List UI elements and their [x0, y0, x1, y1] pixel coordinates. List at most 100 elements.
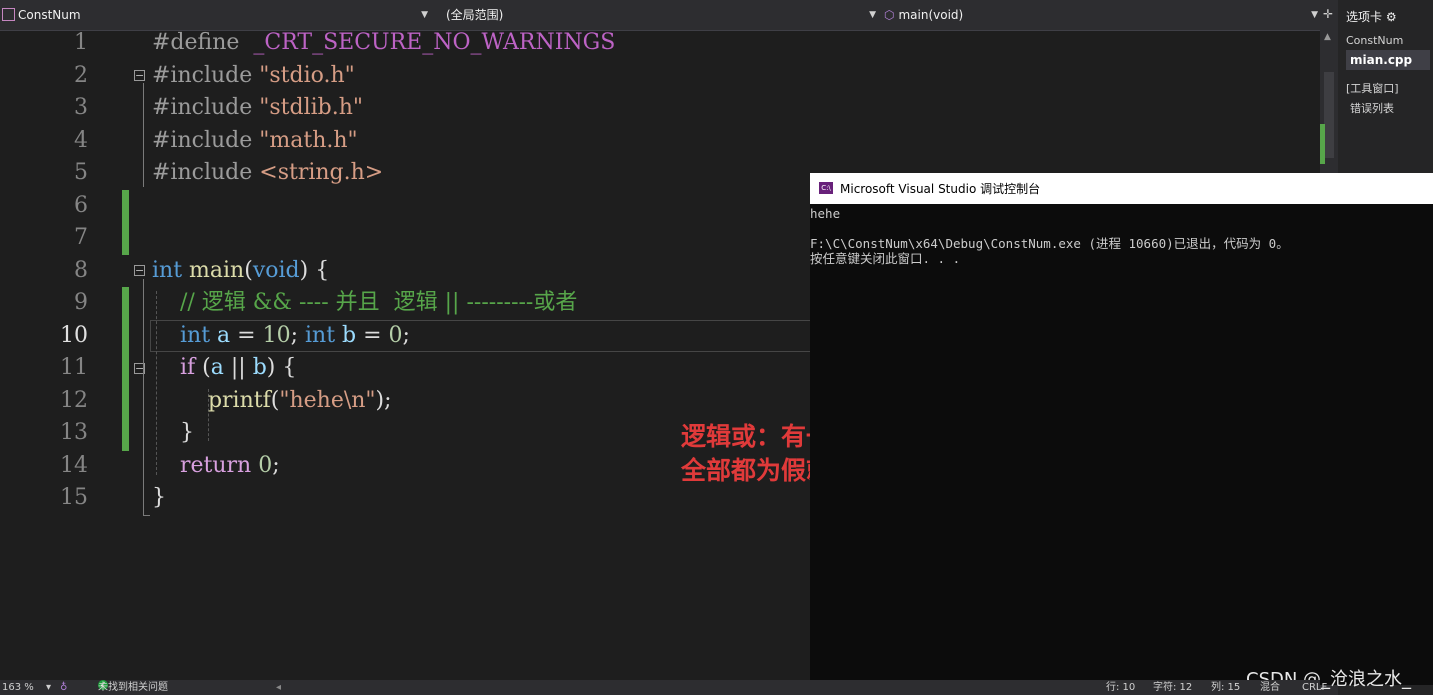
- line-number: 6: [74, 192, 88, 218]
- code-token: _CRT_SECURE_NO_WARNINGS: [253, 30, 616, 55]
- code-token: "stdio.h": [259, 62, 355, 88]
- code-token: #include: [152, 127, 260, 153]
- code-line[interactable]: 1 #define _CRT_SECURE_NO_WARNINGS: [0, 27, 1320, 60]
- project-dropdown[interactable]: ConstNum ▼: [0, 6, 428, 24]
- code-token: return: [179, 452, 252, 478]
- function-dropdown-label: main(void): [898, 8, 964, 22]
- tab-panel-label: 选项卡: [1346, 10, 1383, 24]
- code-token: "hehe\n": [279, 387, 376, 413]
- code-token: #include: [152, 160, 260, 185]
- code-token: "math.h": [259, 127, 358, 153]
- scope-dropdown-label: (全局范围): [446, 8, 504, 22]
- line-number: 12: [60, 387, 88, 413]
- code-text: #include <string.h>: [152, 157, 383, 189]
- code-text: printf("hehe\n");: [152, 385, 392, 417]
- function-dropdown[interactable]: ⬡ main(void) ▼: [884, 6, 1318, 24]
- code-text: return 0;: [152, 450, 280, 482]
- code-token: );: [375, 387, 392, 413]
- code-line[interactable]: 2 #include "stdio.h": [0, 60, 1320, 93]
- split-icon[interactable]: ✛: [1323, 7, 1333, 21]
- console-output: hehe F:\C\ConstNum\x64\Debug\ConstNum.ex…: [810, 206, 1289, 266]
- chevron-down-icon[interactable]: ▾: [46, 680, 51, 695]
- code-text: #include "stdio.h": [152, 60, 355, 92]
- scope-dropdown[interactable]: (全局范围) ▼: [446, 6, 876, 24]
- panel-project-name[interactable]: ConstNum: [1346, 34, 1403, 47]
- code-token: // 逻辑 && ---- 并且 逻辑 || ---------或者: [152, 290, 578, 315]
- code-token: ;: [272, 452, 280, 478]
- code-token: #define: [152, 30, 254, 55]
- cube-icon: ⬡: [884, 8, 895, 22]
- code-token: printf: [207, 387, 271, 413]
- zoom-level[interactable]: 163 %: [2, 680, 34, 695]
- line-number: 3: [74, 95, 88, 120]
- code-token: =: [230, 322, 263, 348]
- char-indicator[interactable]: 字符: 12: [1153, 680, 1192, 695]
- panel-error-list[interactable]: 错误列表: [1350, 100, 1394, 116]
- line-number: 11: [60, 355, 88, 380]
- tab-panel-header[interactable]: 选项卡 ⚙: [1346, 8, 1397, 25]
- code-text: }: [152, 417, 194, 449]
- code-text: }: [152, 482, 166, 514]
- scrollbar-thumb[interactable]: [1324, 72, 1334, 158]
- code-text: int a = 10; int b = 0;: [152, 320, 410, 352]
- code-token: "stdlib.h": [259, 95, 364, 120]
- line-number: 13: [60, 420, 88, 445]
- code-token: (: [244, 257, 253, 283]
- code-token: void: [252, 257, 300, 283]
- code-token: ) {: [299, 257, 330, 283]
- copilot-icon[interactable]: ♁: [60, 680, 67, 695]
- code-token: #include: [152, 95, 260, 120]
- code-token: int: [179, 322, 211, 348]
- line-number: 2: [74, 62, 88, 88]
- code-text: // 逻辑 && ---- 并且 逻辑 || ---------或者: [152, 287, 577, 319]
- code-token: 0: [388, 322, 403, 348]
- console-line: F:\C\ConstNum\x64\Debug\ConstNum.exe (进程…: [810, 236, 1289, 251]
- code-token: 10: [262, 322, 291, 348]
- code-token: }: [152, 485, 166, 510]
- code-token: =: [356, 322, 389, 348]
- console-title: Microsoft Visual Studio 调试控制台: [840, 182, 1041, 196]
- code-token: }: [152, 420, 194, 445]
- panel-tool-window[interactable]: [工具窗口]: [1346, 80, 1399, 96]
- code-token: int: [152, 257, 183, 283]
- gear-icon[interactable]: ⚙: [1386, 10, 1397, 24]
- code-line[interactable]: 4 #include "math.h": [0, 125, 1320, 158]
- console-app-icon: C:\: [819, 182, 833, 194]
- code-token: int: [304, 322, 336, 348]
- code-token: ;: [402, 322, 410, 348]
- scroll-left-icon[interactable]: ◂: [276, 680, 281, 695]
- code-token: b: [252, 355, 267, 380]
- code-text: int main(void) {: [152, 255, 329, 287]
- panel-file-mian-cpp[interactable]: mian.cpp: [1346, 50, 1430, 70]
- tabs-indicator[interactable]: 混合: [1260, 680, 1280, 695]
- line-indicator[interactable]: 行: 10: [1106, 680, 1135, 695]
- code-token: ||: [223, 355, 253, 380]
- chevron-down-icon: ▼: [421, 10, 428, 20]
- code-token: a: [210, 355, 224, 380]
- console-title-bar[interactable]: C:\ Microsoft Visual Studio 调试控制台: [810, 173, 1433, 204]
- debug-console-window[interactable]: C:\ Microsoft Visual Studio 调试控制台 hehe F…: [810, 173, 1433, 685]
- line-number: 10: [60, 322, 88, 348]
- code-line[interactable]: 3 #include "stdlib.h": [0, 92, 1320, 125]
- eol-indicator[interactable]: CRLF: [1302, 680, 1327, 695]
- code-token: 0: [258, 452, 273, 478]
- code-token: b: [342, 322, 357, 348]
- scroll-up-icon[interactable]: ▲: [1324, 32, 1331, 42]
- line-number: 8: [74, 257, 88, 283]
- change-marker: [1320, 124, 1325, 164]
- code-token: <string.h>: [259, 160, 384, 185]
- line-number: 1: [74, 30, 88, 55]
- chevron-down-icon: ▼: [869, 10, 876, 20]
- code-text: #include "stdlib.h": [152, 92, 363, 124]
- chevron-down-icon: ▼: [1311, 10, 1318, 20]
- column-indicator[interactable]: 列: 15: [1211, 680, 1240, 695]
- code-token: #include: [152, 62, 260, 88]
